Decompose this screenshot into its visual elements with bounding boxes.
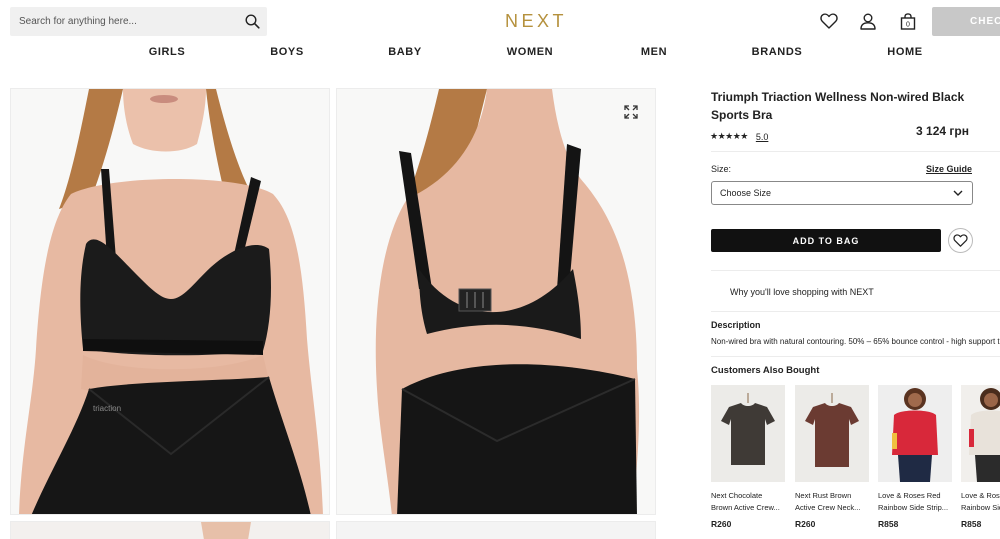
size-guide-link[interactable]: Size Guide: [926, 164, 972, 174]
search-icon[interactable]: [237, 7, 267, 36]
product-image-4[interactable]: [336, 521, 656, 539]
add-to-bag-button[interactable]: ADD TO BAG: [711, 229, 941, 252]
description-heading: Description: [711, 320, 761, 330]
heart-icon: [953, 234, 968, 247]
recommended-product-card[interactable]: Love & Roses Red Rainbow Side Strip... R…: [878, 385, 952, 529]
bag-icon[interactable]: 0: [898, 11, 918, 31]
recommended-product-price: R260: [795, 519, 816, 529]
checkout-button[interactable]: CHECK: [932, 7, 1000, 36]
size-label: Size:: [711, 164, 732, 174]
recommended-product-image[interactable]: [711, 385, 785, 482]
account-icon[interactable]: [858, 11, 878, 31]
product-title: Triumph Triaction Wellness Non-wired Bla…: [711, 90, 965, 122]
nav-item-brands[interactable]: BRANDS: [752, 46, 803, 58]
nav-item-women[interactable]: WOMEN: [507, 46, 553, 58]
main-navigation: GIRLS BOYS BABY WOMEN MEN BRANDS HOME: [0, 46, 1000, 62]
customers-also-bought-heading: Customers Also Bought: [711, 365, 820, 376]
recommended-product-price: R858: [961, 519, 982, 529]
rating-value[interactable]: 5.0: [756, 132, 769, 142]
bag-count: 0: [906, 21, 910, 28]
search-bar[interactable]: [10, 7, 267, 36]
next-logo[interactable]: NEXT: [505, 11, 567, 32]
expand-icon[interactable]: [624, 105, 638, 119]
nav-item-baby[interactable]: BABY: [388, 46, 422, 58]
divider: [711, 151, 1000, 152]
nav-item-home[interactable]: HOME: [887, 46, 922, 58]
recommended-product-price: R260: [711, 519, 732, 529]
recommended-product-name[interactable]: Love & Roses Red Rainbow Side Strip...: [878, 490, 952, 514]
recommended-product-image[interactable]: [961, 385, 1000, 482]
nav-item-boys[interactable]: BOYS: [270, 46, 304, 58]
nav-item-men[interactable]: MEN: [641, 46, 667, 58]
product-image-back[interactable]: [336, 88, 656, 515]
divider: [711, 270, 1000, 271]
recommended-product-image[interactable]: [795, 385, 869, 482]
chevron-down-icon: [953, 189, 963, 199]
size-select-value: Choose Size: [720, 188, 772, 198]
product-image-3[interactable]: [10, 521, 330, 539]
divider: [711, 311, 1000, 312]
product-price: 3 124 грн: [916, 124, 969, 138]
size-select[interactable]: Choose Size: [711, 181, 973, 205]
leggings-brand-text: triaction: [93, 404, 121, 413]
description-text: Non-wired bra with natural contouring. 5…: [711, 337, 1000, 346]
rating-stars: ★★★★★: [710, 131, 748, 141]
recommended-product-name[interactable]: Next Rust Brown Active Crew Neck...: [795, 490, 869, 514]
recommended-product-name[interactable]: Next Chocolate Brown Active Crew...: [711, 490, 785, 514]
search-input[interactable]: [10, 7, 237, 36]
why-love-link[interactable]: Why you'll love shopping with NEXT: [730, 287, 874, 297]
recommended-product-card[interactable]: Love & Roses Rainbow Side Str... R858: [961, 385, 1000, 529]
recommended-product-card[interactable]: Next Chocolate Brown Active Crew... R260: [711, 385, 785, 529]
recommended-product-name[interactable]: Love & Roses Rainbow Side Str...: [961, 490, 1000, 514]
rating[interactable]: ★★★★★ 5.0: [710, 131, 768, 142]
recommended-product-card[interactable]: Next Rust Brown Active Crew Neck... R260: [795, 385, 869, 529]
nav-item-girls[interactable]: GIRLS: [149, 46, 186, 58]
heart-icon[interactable]: [819, 11, 839, 31]
favourite-button[interactable]: [948, 228, 973, 253]
divider: [711, 356, 1000, 357]
recommended-product-image[interactable]: [878, 385, 952, 482]
product-image-front[interactable]: triaction: [10, 88, 330, 515]
recommended-product-price: R858: [878, 519, 899, 529]
